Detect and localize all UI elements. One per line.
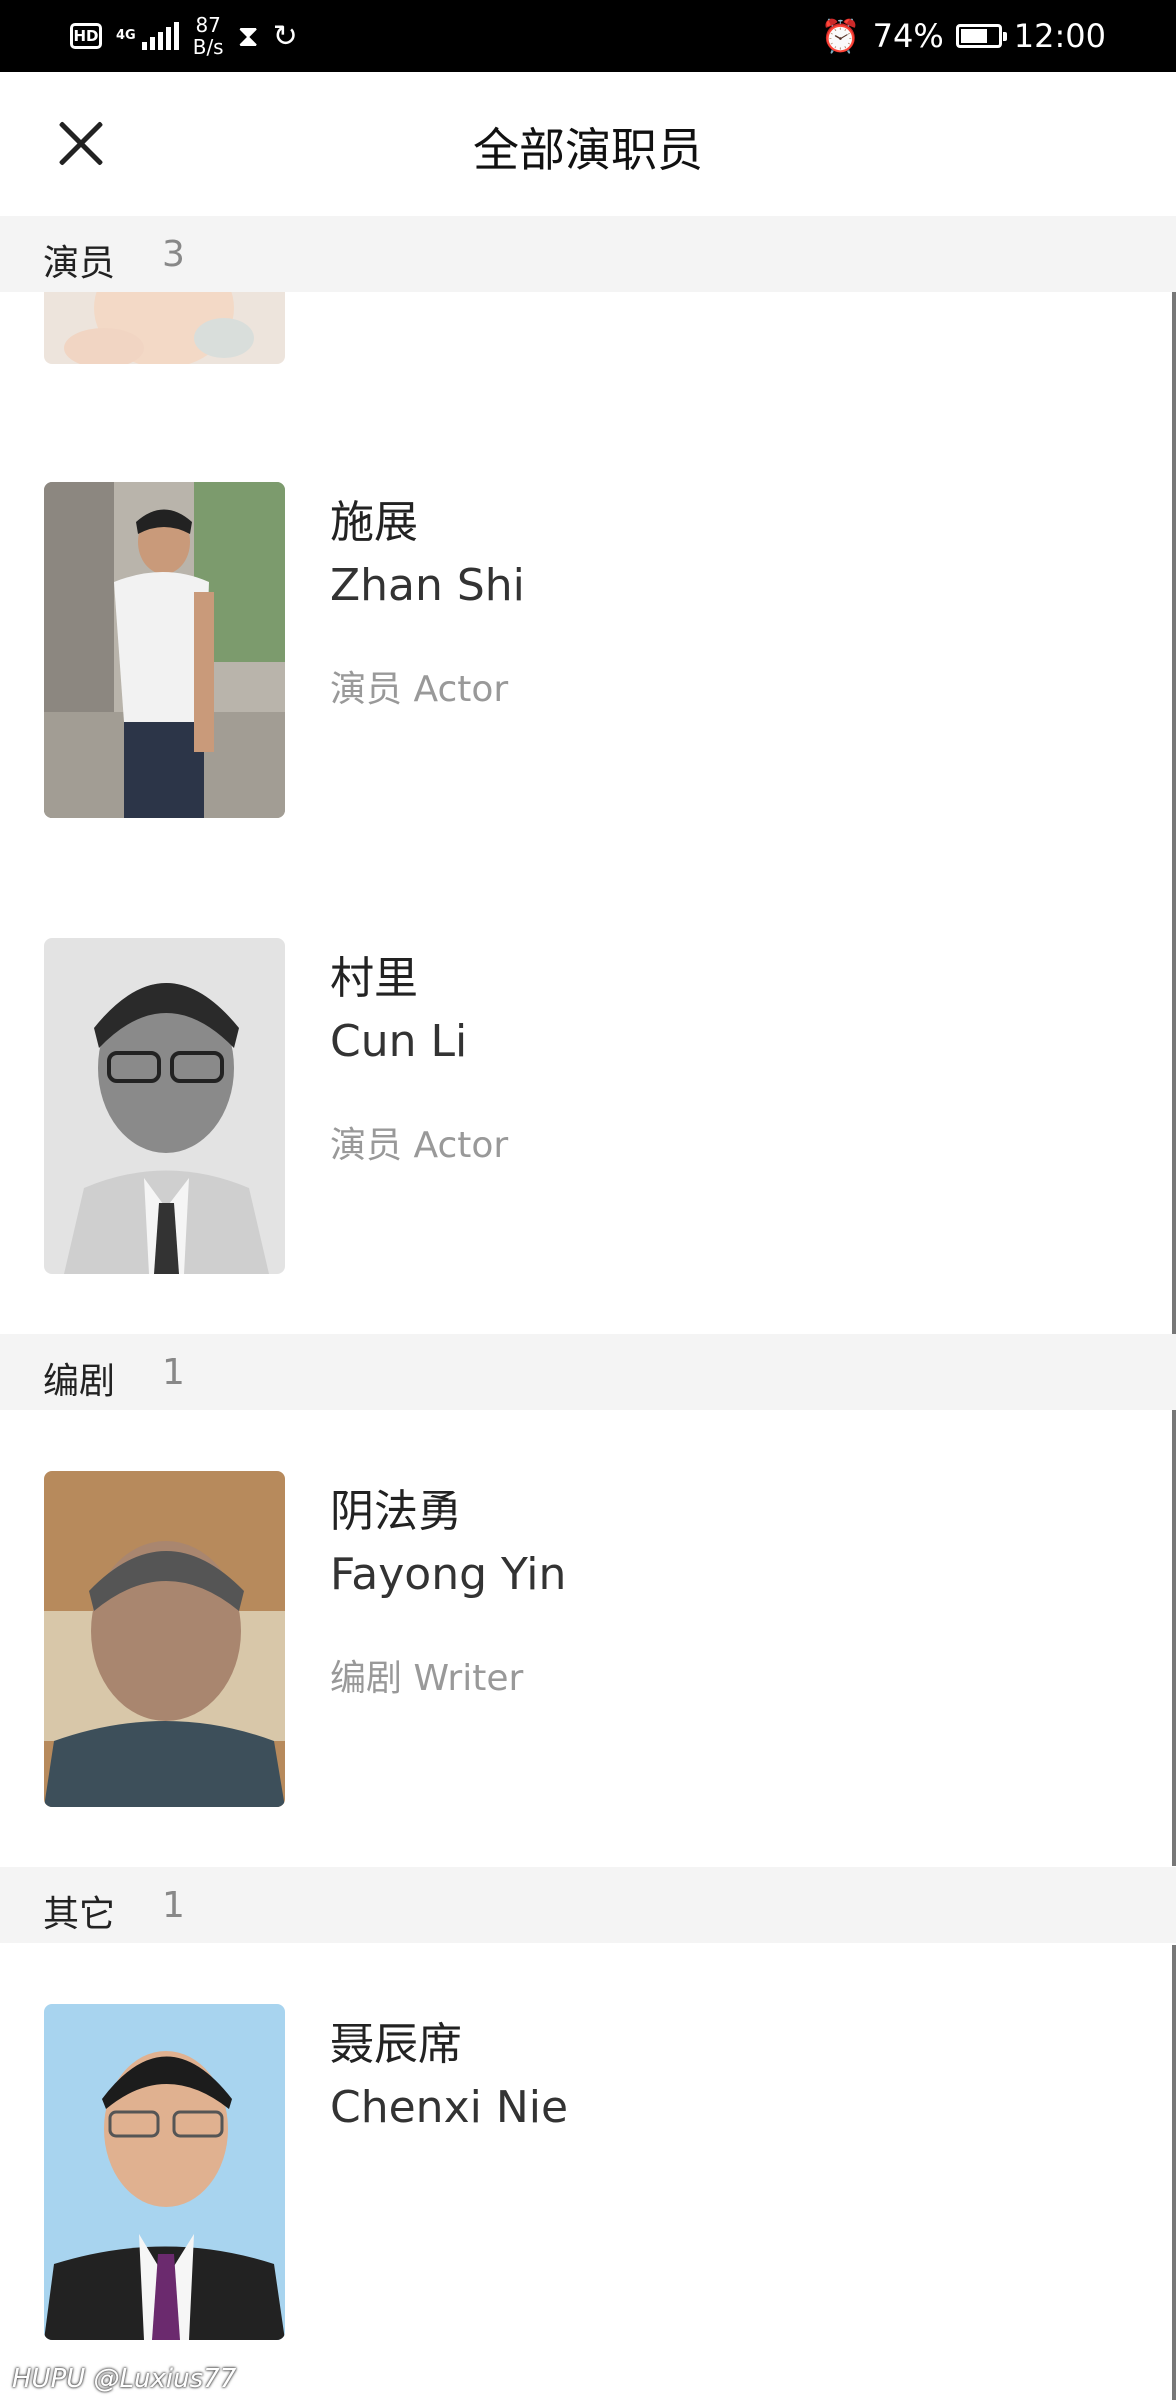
status-bar: HD 4G 87 B/s ⧗ ↻ ⏰ 74% 12:00 xyxy=(0,0,1176,72)
list-item-person[interactable]: 阴法勇 Fayong Yin 编剧 Writer xyxy=(0,1471,1176,1811)
network-speed: 87 B/s xyxy=(192,13,224,59)
clock: 12:00 xyxy=(1013,17,1106,55)
person-role: 演员 Actor xyxy=(330,669,509,710)
person-name-cn: 村里 xyxy=(330,953,418,1004)
person-photo xyxy=(44,1471,285,1807)
list-item-person[interactable]: 聂辰席 Chenxi Nie xyxy=(0,2004,1176,2344)
battery-percent: 74% xyxy=(872,17,944,55)
person-role: 编剧 Writer xyxy=(330,1658,524,1699)
person-name-en: Fayong Yin xyxy=(330,1549,567,1600)
person-name-en: Cun Li xyxy=(330,1016,468,1067)
person-name-cn: 聂辰席 xyxy=(330,2019,462,2070)
section-header-others: 其它 1 xyxy=(0,1867,1176,1943)
person-name-en: Zhan Shi xyxy=(330,560,525,611)
person-photo xyxy=(44,482,285,818)
person-name-cn: 阴法勇 xyxy=(330,1486,462,1537)
watermark: HUPU @Luxius77 xyxy=(12,2364,237,2394)
battery-icon xyxy=(955,24,1007,48)
person-role: 演员 Actor xyxy=(330,1125,509,1166)
signal-icon: 4G xyxy=(116,22,179,50)
header: 全部演职员 xyxy=(0,72,1176,216)
person-name-cn: 施展 xyxy=(330,497,418,548)
cast-crew-page: HD 4G 87 B/s ⧗ ↻ ⏰ 74% 12:00 全部演职员 演员 3 … xyxy=(0,0,1176,2400)
list-item-person[interactable]: 施展 Zhan Shi 演员 Actor xyxy=(0,482,1176,822)
person-photo xyxy=(44,938,285,1274)
section-header-writers: 编剧 1 xyxy=(0,1334,1176,1410)
section-header-actors: 演员 3 xyxy=(0,216,1176,292)
sync-icon: ↻ xyxy=(272,18,298,54)
alarm-icon: ⏰ xyxy=(820,17,861,55)
hourglass-icon: ⧗ xyxy=(237,18,259,54)
person-name-en: Chenxi Nie xyxy=(330,2082,569,2133)
person-photo xyxy=(44,2004,285,2340)
hd-icon: HD xyxy=(70,23,102,49)
page-title: 全部演职员 xyxy=(473,123,703,177)
list-item-person[interactable]: 村里 Cun Li 演员 Actor xyxy=(0,938,1176,1278)
